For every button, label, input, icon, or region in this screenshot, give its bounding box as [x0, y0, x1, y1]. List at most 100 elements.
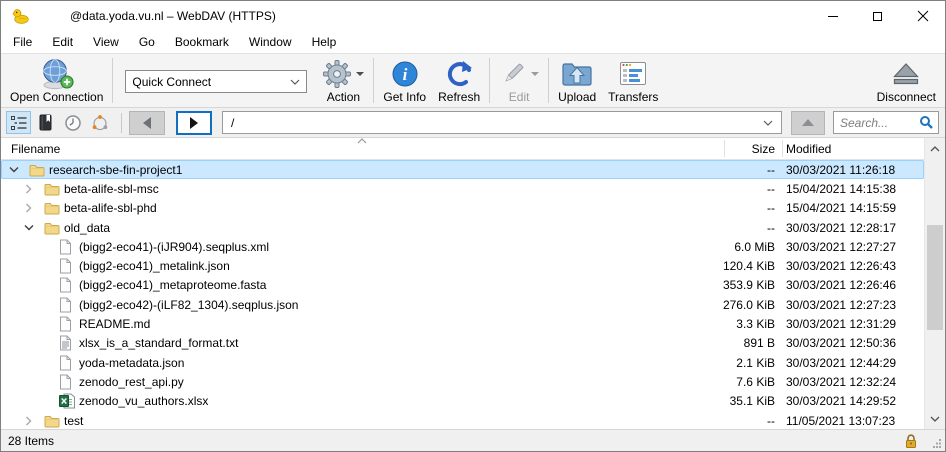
modified-cell: 30/03/2021 12:50:36	[780, 336, 924, 350]
menu-bookmark[interactable]: Bookmark	[165, 32, 239, 52]
file-row[interactable]: old_data -- 30/03/2021 12:28:17	[1, 218, 924, 237]
forward-button[interactable]	[176, 111, 212, 135]
filename-cell: (bigg2-eco41)_metaproteome.fasta	[76, 278, 722, 292]
row-indent	[1, 304, 37, 305]
edit-button[interactable]: Edit	[493, 54, 545, 107]
size-cell: 120.4 KiB	[722, 259, 780, 273]
file-row[interactable]: zenodo_rest_api.py 7.6 KiB 30/03/2021 12…	[1, 372, 924, 391]
file-row[interactable]: beta-alife-sbl-phd -- 15/04/2021 14:15:5…	[1, 199, 924, 218]
modified-cell: 30/03/2021 12:27:23	[780, 298, 924, 312]
vertical-scrollbar[interactable]	[924, 138, 945, 429]
open-connection-button[interactable]: Open Connection	[4, 54, 109, 107]
scrollbar-thumb[interactable]	[927, 225, 943, 330]
outline-view-button[interactable]	[6, 111, 31, 134]
navbar-separator	[121, 113, 122, 133]
upload-folder-icon	[561, 60, 593, 88]
menu-help[interactable]: Help	[302, 32, 347, 52]
size-cell: 3.3 KiB	[722, 317, 780, 331]
modified-cell: 30/03/2021 12:31:29	[780, 317, 924, 331]
modified-cell: 15/04/2021 14:15:38	[780, 182, 924, 196]
column-header-row: Filename Size Modified	[1, 138, 945, 160]
file-row[interactable]: xlsx_is_a_standard_format.txt 891 B 30/0…	[1, 334, 924, 353]
search-input[interactable]	[834, 116, 914, 130]
toolbar-separator	[548, 58, 549, 103]
pencil-icon	[499, 60, 527, 88]
file-row[interactable]: (bigg2-eco42)-(iLF82_1304).seqplus.json …	[1, 295, 924, 314]
modified-cell: 30/03/2021 12:27:27	[780, 240, 924, 254]
edit-dropdown-arrow-icon	[531, 72, 539, 76]
disconnect-button[interactable]: Disconnect	[871, 54, 942, 107]
window-title: @data.yoda.vu.nl – WebDAV (HTTPS)	[70, 9, 276, 23]
filename-cell: old_data	[61, 221, 722, 235]
menu-view[interactable]: View	[83, 32, 129, 52]
chevron-down-icon[interactable]	[22, 223, 44, 232]
file-row[interactable]: research-sbe-fin-project1 -- 30/03/2021 …	[1, 160, 924, 179]
path-combobox[interactable]: /	[222, 111, 782, 134]
modified-cell: 11/05/2021 13:07:23	[780, 414, 924, 428]
scrollbar-up-button[interactable]	[925, 140, 945, 157]
chevron-right-icon[interactable]	[22, 184, 44, 194]
file-row[interactable]: (bigg2-eco41)_metalink.json 120.4 KiB 30…	[1, 256, 924, 275]
menu-file[interactable]: File	[3, 32, 42, 52]
navigation-bar: /	[1, 108, 945, 138]
file-row[interactable]: beta-alife-sbl-msc -- 15/04/2021 14:15:3…	[1, 179, 924, 198]
size-cell: 353.9 KiB	[722, 278, 780, 292]
size-cell: --	[722, 163, 780, 177]
file-row[interactable]: (bigg2-eco41)_metaproteome.fasta 353.9 K…	[1, 276, 924, 295]
bonjour-icon	[91, 114, 109, 132]
modified-cell: 30/03/2021 12:28:17	[780, 221, 924, 235]
filename-cell: zenodo_vu_authors.xlsx	[76, 394, 722, 408]
row-indent	[1, 381, 37, 382]
gear-icon	[322, 59, 352, 89]
scrollbar-down-button[interactable]	[925, 410, 945, 427]
column-header-size[interactable]: Size	[722, 138, 780, 159]
file-icon	[59, 374, 76, 390]
get-info-button[interactable]: i Get Info	[377, 54, 432, 107]
maximize-icon	[873, 12, 882, 21]
menu-edit[interactable]: Edit	[42, 32, 83, 52]
chevron-right-icon[interactable]	[22, 416, 44, 426]
bonjour-button[interactable]	[87, 111, 112, 134]
quick-connect-combobox[interactable]: Quick Connect	[125, 70, 307, 93]
file-row[interactable]: yoda-metadata.json 2.1 KiB 30/03/2021 12…	[1, 353, 924, 372]
menu-go[interactable]: Go	[129, 32, 165, 52]
size-cell: 276.0 KiB	[722, 298, 780, 312]
file-row[interactable]: (bigg2-eco41)-(iJR904).seqplus.xml 6.0 M…	[1, 237, 924, 256]
go-up-button[interactable]	[791, 111, 825, 135]
forward-arrow-icon	[190, 117, 198, 129]
history-button[interactable]	[60, 111, 85, 134]
file-row[interactable]: README.md 3.3 KiB 30/03/2021 12:31:29	[1, 314, 924, 333]
size-cell: --	[722, 182, 780, 196]
title-bar: @data.yoda.vu.nl – WebDAV (HTTPS)	[1, 1, 945, 31]
close-button[interactable]	[900, 1, 945, 31]
search-icon[interactable]	[919, 115, 934, 130]
header-separator[interactable]	[724, 140, 725, 157]
bookmarks-button[interactable]	[33, 111, 58, 134]
toolbar-spacer	[664, 54, 870, 107]
modified-cell: 30/03/2021 11:26:18	[780, 163, 924, 177]
row-indent	[1, 420, 22, 421]
header-separator[interactable]	[782, 140, 783, 157]
resize-grip[interactable]	[932, 438, 942, 448]
back-button[interactable]	[129, 111, 165, 135]
minimize-button[interactable]	[810, 1, 855, 31]
column-header-modified[interactable]: Modified	[780, 138, 924, 159]
modified-cell: 15/04/2021 14:15:59	[780, 201, 924, 215]
refresh-button[interactable]: Refresh	[432, 54, 486, 107]
file-row[interactable]: test -- 11/05/2021 13:07:23	[1, 411, 924, 429]
chevron-down-icon[interactable]	[7, 165, 29, 174]
maximize-button[interactable]	[855, 1, 900, 31]
size-cell: 891 B	[722, 336, 780, 350]
modified-cell: 30/03/2021 12:44:29	[780, 356, 924, 370]
size-cell: --	[722, 201, 780, 215]
action-button[interactable]: Action	[316, 54, 370, 107]
file-icon	[59, 277, 76, 293]
upload-button[interactable]: Upload	[552, 54, 602, 107]
chevron-right-icon[interactable]	[22, 203, 44, 213]
filename-cell: research-sbe-fin-project1	[46, 163, 722, 177]
file-row[interactable]: zenodo_vu_authors.xlsx 35.1 KiB 30/03/20…	[1, 392, 924, 411]
modified-header-label: Modified	[786, 142, 831, 156]
transfers-button[interactable]: Transfers	[602, 54, 664, 107]
row-indent	[1, 266, 37, 267]
menu-window[interactable]: Window	[239, 32, 302, 52]
